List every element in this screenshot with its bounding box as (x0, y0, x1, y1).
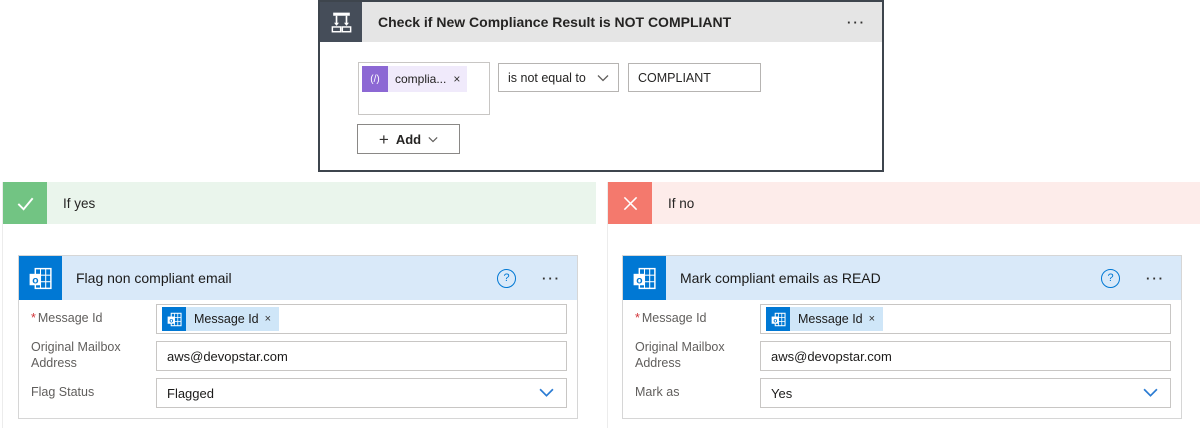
help-icon[interactable]: ? (497, 269, 516, 288)
condition-branch-icon (320, 2, 362, 42)
action-more-menu-icon[interactable]: ··· (1130, 271, 1181, 286)
mark-as-dropdown[interactable]: Yes (760, 378, 1171, 408)
mailbox-address-input[interactable]: aws@devopstar.com (760, 341, 1171, 371)
svg-text:o: o (32, 275, 38, 286)
form-row-message-id: *Message Id o (31, 304, 567, 334)
outlook-icon: o (623, 256, 666, 300)
field-label: Mark as (635, 385, 760, 401)
svg-text:o: o (773, 317, 777, 324)
action-card-header[interactable]: o Mark compliant emails as READ ? ··· (623, 256, 1181, 300)
condition-title: Check if New Compliance Result is NOT CO… (362, 2, 831, 42)
chevron-down-icon (597, 74, 609, 82)
condition-card[interactable]: Check if New Compliance Result is NOT CO… (318, 0, 884, 172)
condition-value-text: COMPLIANT (638, 71, 711, 85)
flag-status-dropdown[interactable]: Flagged (156, 378, 567, 408)
mailbox-address-input[interactable]: aws@devopstar.com (156, 341, 567, 371)
flow-designer-canvas: Check if New Compliance Result is NOT CO… (0, 0, 1200, 428)
outlook-icon: o (766, 307, 790, 331)
action-title: Mark compliant emails as READ (666, 270, 1101, 286)
action-title: Flag non compliant email (62, 270, 497, 286)
field-label: Original Mailbox Address (31, 340, 156, 371)
condition-operator-select[interactable]: is not equal to (498, 63, 619, 92)
help-icon[interactable]: ? (1101, 269, 1120, 288)
expression-icon: (/) (362, 66, 388, 92)
form-row-mailbox: Original Mailbox Address aws@devopstar.c… (635, 341, 1171, 371)
check-icon (3, 182, 47, 224)
remove-token-icon[interactable]: × (453, 72, 460, 86)
field-label: Original Mailbox Address (635, 340, 760, 371)
condition-operator-value: is not equal to (508, 71, 586, 85)
chevron-down-icon (1143, 388, 1158, 398)
if-yes-branch-header[interactable]: If yes (3, 182, 596, 224)
x-icon (608, 182, 652, 224)
action-more-menu-icon[interactable]: ··· (526, 271, 577, 286)
mark-read-action-card[interactable]: o Mark compliant emails as READ ? ··· *M… (622, 255, 1182, 419)
condition-more-menu-icon[interactable]: ··· (831, 2, 882, 42)
svg-text:o: o (169, 317, 173, 324)
flag-email-action-card[interactable]: o Flag non compliant email ? ··· *Messag… (18, 255, 578, 419)
outlook-icon: o (162, 307, 186, 331)
plus-icon: + (379, 131, 389, 148)
condition-card-header[interactable]: Check if New Compliance Result is NOT CO… (320, 2, 882, 42)
message-id-token[interactable]: o Message Id × (162, 307, 279, 331)
condition-value-input[interactable]: COMPLIANT (628, 63, 761, 92)
form-row-mark-as: Mark as Yes (635, 378, 1171, 408)
if-no-branch-header[interactable]: If no (608, 182, 1200, 224)
svg-text:o: o (636, 275, 642, 286)
action-card-header[interactable]: o Flag non compliant email ? ··· (19, 256, 577, 300)
token-label: Message Id (798, 312, 863, 326)
chevron-down-icon (539, 388, 554, 398)
add-condition-button[interactable]: + Add (357, 124, 460, 154)
remove-token-icon[interactable]: × (869, 313, 875, 325)
form-row-flag-status: Flag Status Flagged (31, 378, 567, 408)
chevron-down-icon (428, 136, 438, 143)
field-label: *Message Id (31, 311, 156, 327)
remove-token-icon[interactable]: × (265, 313, 271, 325)
outlook-icon: o (19, 256, 62, 300)
if-yes-label: If yes (47, 182, 95, 224)
form-row-message-id: *Message Id o (635, 304, 1171, 334)
form-row-mailbox: Original Mailbox Address aws@devopstar.c… (31, 341, 567, 371)
message-id-input[interactable]: o Message Id × (156, 304, 567, 334)
token-label: Message Id (194, 312, 259, 326)
message-id-input[interactable]: o Message Id × (760, 304, 1171, 334)
message-id-token[interactable]: o Message Id × (766, 307, 883, 331)
field-label: Flag Status (31, 385, 156, 401)
condition-operand-field[interactable]: (/) complia... × (358, 62, 490, 115)
field-label: *Message Id (635, 311, 760, 327)
condition-body: (/) complia... × is not equal to COMPLIA… (320, 42, 882, 170)
add-button-label: Add (396, 132, 421, 147)
expression-token-label: complia... (395, 72, 446, 86)
if-no-label: If no (652, 182, 694, 224)
expression-token[interactable]: (/) complia... × (362, 66, 467, 92)
